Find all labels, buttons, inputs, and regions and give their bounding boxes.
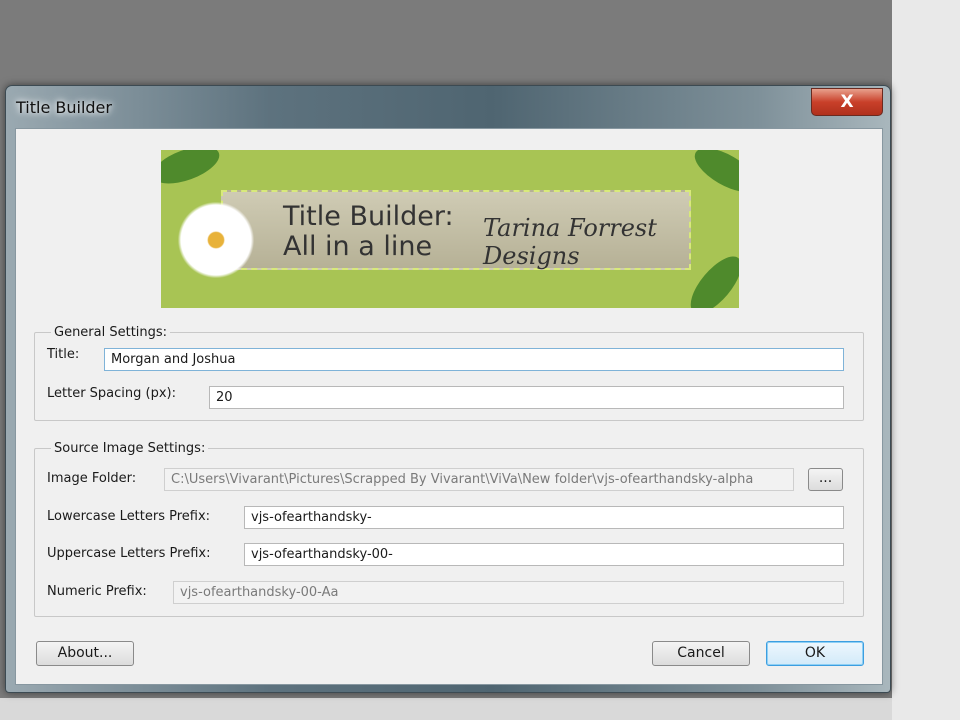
uppercase-prefix-input[interactable]: vjs-ofearthandsky-00- xyxy=(244,543,844,566)
dialog-content: Title Builder: All in a line Tarina Forre… xyxy=(15,128,883,685)
background-window xyxy=(892,0,960,720)
ok-button[interactable]: OK xyxy=(766,641,864,666)
numeric-prefix-label: Numeric Prefix: xyxy=(47,584,147,599)
letter-spacing-input[interactable]: 20 xyxy=(209,386,844,409)
lowercase-prefix-input[interactable]: vjs-ofearthandsky- xyxy=(244,506,844,529)
browse-button[interactable]: ... xyxy=(808,468,843,491)
leaf-icon xyxy=(161,150,225,192)
banner-image: Title Builder: All in a line Tarina Forre… xyxy=(161,150,739,308)
numeric-prefix-input[interactable]: vjs-ofearthandsky-00-Aa xyxy=(173,581,844,604)
window-title: Title Builder xyxy=(16,98,112,117)
background-area xyxy=(0,698,892,720)
banner-text: Title Builder: All in a line xyxy=(283,202,454,262)
leaf-icon xyxy=(688,150,739,201)
logo: Tarina Forrest Designs xyxy=(483,214,657,270)
lowercase-prefix-label: Lowercase Letters Prefix: xyxy=(47,509,211,524)
close-button[interactable]: X xyxy=(811,88,883,116)
image-folder-input[interactable]: C:\Users\Vivarant\Pictures\Scrapped By V… xyxy=(164,468,794,491)
about-button[interactable]: About... xyxy=(36,641,134,666)
letter-spacing-label: Letter Spacing (px): xyxy=(47,386,177,401)
banner-line2: All in a line xyxy=(283,231,433,262)
banner-label: Title Builder: All in a line Tarina Forre… xyxy=(221,190,691,270)
cancel-button[interactable]: Cancel xyxy=(652,641,750,666)
uppercase-prefix-label: Uppercase Letters Prefix: xyxy=(47,546,211,561)
image-folder-label: Image Folder: xyxy=(47,471,137,486)
banner-line1: Title Builder: xyxy=(283,201,454,232)
title-builder-dialog: Title Builder X Title Builder: All in a l… xyxy=(5,85,891,693)
flower-icon xyxy=(171,195,261,285)
general-settings-legend: General Settings: xyxy=(54,325,168,340)
title-label: Title: xyxy=(47,347,80,362)
source-image-settings-legend: Source Image Settings: xyxy=(54,441,206,456)
title-input[interactable]: Morgan and Joshua xyxy=(104,348,844,371)
